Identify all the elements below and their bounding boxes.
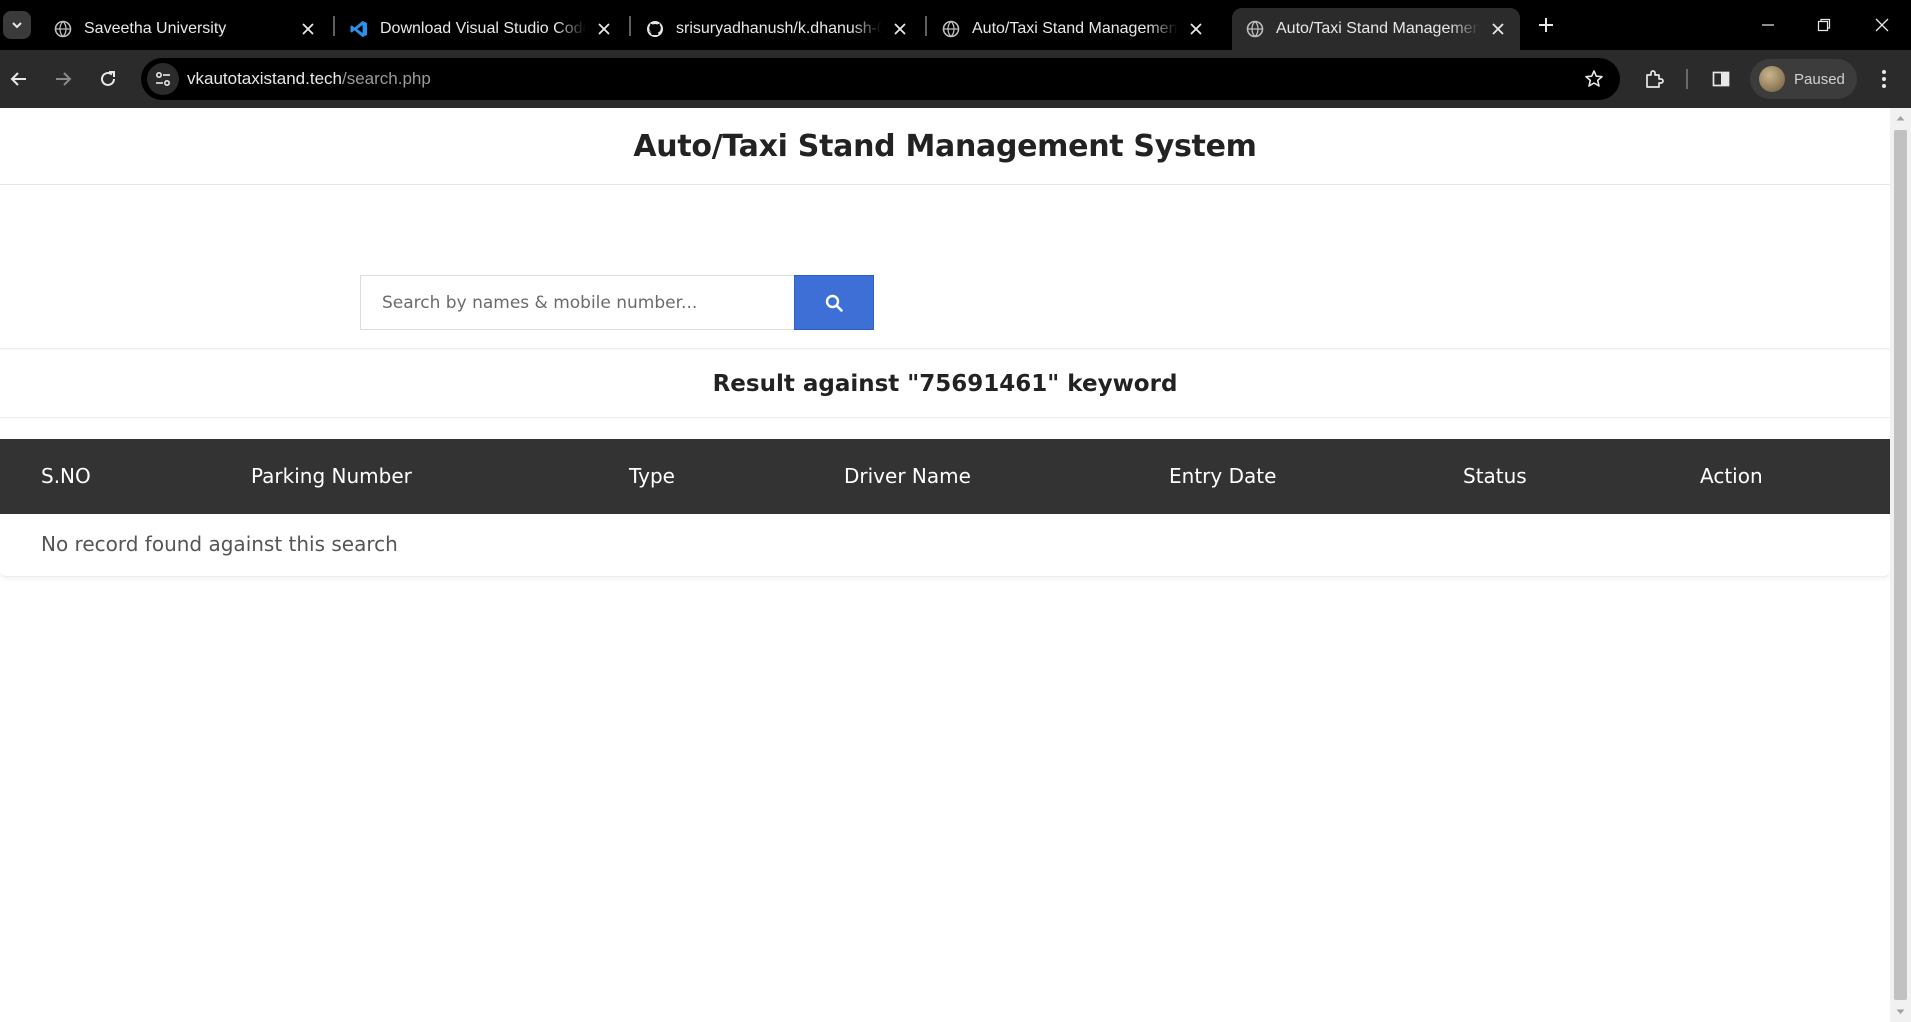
plus-icon bbox=[1539, 18, 1553, 32]
profile-status: Paused bbox=[1794, 70, 1845, 88]
table-header: S.NO Parking Number Type Driver Name Ent… bbox=[0, 439, 1890, 514]
profile-button[interactable]: Paused bbox=[1750, 59, 1857, 99]
column-header-sno: S.NO bbox=[41, 464, 91, 488]
search-form bbox=[360, 275, 874, 330]
tab-vscode[interactable]: Download Visual Studio Code - Mac, Linux… bbox=[336, 8, 626, 50]
search-icon bbox=[825, 294, 843, 312]
tab-title: srisuryadhanush/k.dhanush-003 bbox=[676, 20, 882, 37]
restore-icon bbox=[1817, 18, 1831, 32]
puzzle-icon bbox=[1646, 70, 1664, 88]
column-header-action: Action bbox=[1700, 464, 1763, 488]
forward-button[interactable] bbox=[47, 63, 79, 95]
tab-title: Auto/Taxi Stand Management System bbox=[1276, 20, 1480, 37]
url-text: vkautotaxistand.tech/search.php bbox=[187, 69, 431, 89]
card-divider bbox=[0, 329, 1890, 349]
tab-autotaxi-1[interactable]: Auto/Taxi Stand Management System bbox=[928, 8, 1218, 50]
globe-icon bbox=[942, 20, 960, 38]
new-tab-button[interactable] bbox=[1532, 11, 1560, 39]
close-window-button[interactable] bbox=[1854, 0, 1910, 50]
close-icon[interactable] bbox=[592, 17, 616, 41]
scrollbar-thumb[interactable] bbox=[1894, 130, 1907, 1000]
tab-separator bbox=[629, 16, 631, 36]
arrow-left-icon bbox=[10, 72, 26, 86]
browser-toolbar: vkautotaxistand.tech/search.php Paused bbox=[0, 50, 1911, 108]
restore-button[interactable] bbox=[1796, 0, 1852, 50]
close-icon[interactable] bbox=[1486, 17, 1510, 41]
tab-strip: Saveetha University Download Visual Stud… bbox=[0, 0, 1911, 50]
bookmark-star-icon[interactable] bbox=[1578, 63, 1610, 95]
page-scrollbar[interactable] bbox=[1890, 108, 1911, 1022]
minimize-icon bbox=[1762, 24, 1774, 26]
globe-icon bbox=[54, 20, 72, 38]
address-bar[interactable]: vkautotaxistand.tech/search.php bbox=[141, 58, 1620, 100]
reload-icon bbox=[101, 71, 115, 86]
tab-autotaxi-active[interactable]: Auto/Taxi Stand Management System bbox=[1232, 8, 1520, 50]
close-icon bbox=[1875, 18, 1889, 32]
tab-title: Download Visual Studio Code - Mac, Linux… bbox=[380, 20, 586, 37]
empty-state-message: No record found against this search bbox=[41, 532, 398, 556]
browser-menu-button[interactable] bbox=[1868, 63, 1900, 95]
site-info-icon[interactable] bbox=[147, 63, 179, 95]
url-domain: vkautotaxistand.tech bbox=[187, 69, 342, 88]
minimize-button[interactable] bbox=[1740, 0, 1796, 50]
close-icon[interactable] bbox=[888, 17, 912, 41]
column-header-driver-name: Driver Name bbox=[844, 464, 971, 488]
tab-saveetha[interactable]: Saveetha University bbox=[40, 8, 330, 50]
results-card: Result against "75691461" keyword S.NO P… bbox=[0, 329, 1890, 685]
column-header-status: Status bbox=[1463, 464, 1527, 488]
search-button[interactable] bbox=[794, 275, 874, 330]
tab-title: Saveetha University bbox=[84, 20, 227, 37]
tab-separator bbox=[333, 16, 335, 36]
more-vert-icon bbox=[1882, 70, 1886, 88]
search-input[interactable] bbox=[360, 275, 794, 330]
result-heading: Result against "75691461" keyword bbox=[712, 370, 1178, 397]
side-panel-icon bbox=[1712, 71, 1730, 87]
page-content: Auto/Taxi Stand Management System Result… bbox=[0, 108, 1890, 1022]
table-body: No record found against this search bbox=[0, 514, 1890, 577]
extensions-button[interactable] bbox=[1638, 63, 1670, 95]
tab-github[interactable]: srisuryadhanush/k.dhanush-003 bbox=[632, 8, 922, 50]
result-heading-row: Result against "75691461" keyword bbox=[0, 350, 1890, 418]
github-icon bbox=[646, 20, 664, 38]
vscode-icon bbox=[350, 20, 368, 38]
page-title: Auto/Taxi Stand Management System bbox=[633, 128, 1257, 164]
column-header-entry-date: Entry Date bbox=[1169, 464, 1277, 488]
chevron-down-icon bbox=[12, 22, 22, 29]
toolbar-separator bbox=[1686, 69, 1688, 89]
avatar bbox=[1759, 66, 1785, 92]
tab-search-button[interactable] bbox=[3, 11, 31, 39]
tab-title: Auto/Taxi Stand Management System bbox=[972, 20, 1178, 37]
arrow-right-icon bbox=[56, 72, 72, 86]
reload-button[interactable] bbox=[92, 63, 124, 95]
column-header-parking-number: Parking Number bbox=[251, 464, 412, 488]
back-button[interactable] bbox=[3, 63, 35, 95]
scroll-down-arrow[interactable] bbox=[1890, 1002, 1911, 1022]
close-icon[interactable] bbox=[296, 17, 320, 41]
close-icon[interactable] bbox=[1184, 17, 1208, 41]
side-panel-button[interactable] bbox=[1705, 63, 1737, 95]
tab-separator bbox=[925, 16, 927, 36]
page-header: Auto/Taxi Stand Management System bbox=[0, 108, 1890, 185]
scroll-up-arrow[interactable] bbox=[1890, 108, 1911, 128]
column-header-type: Type bbox=[629, 464, 675, 488]
url-path: /search.php bbox=[341, 69, 431, 88]
globe-icon bbox=[1246, 20, 1264, 38]
